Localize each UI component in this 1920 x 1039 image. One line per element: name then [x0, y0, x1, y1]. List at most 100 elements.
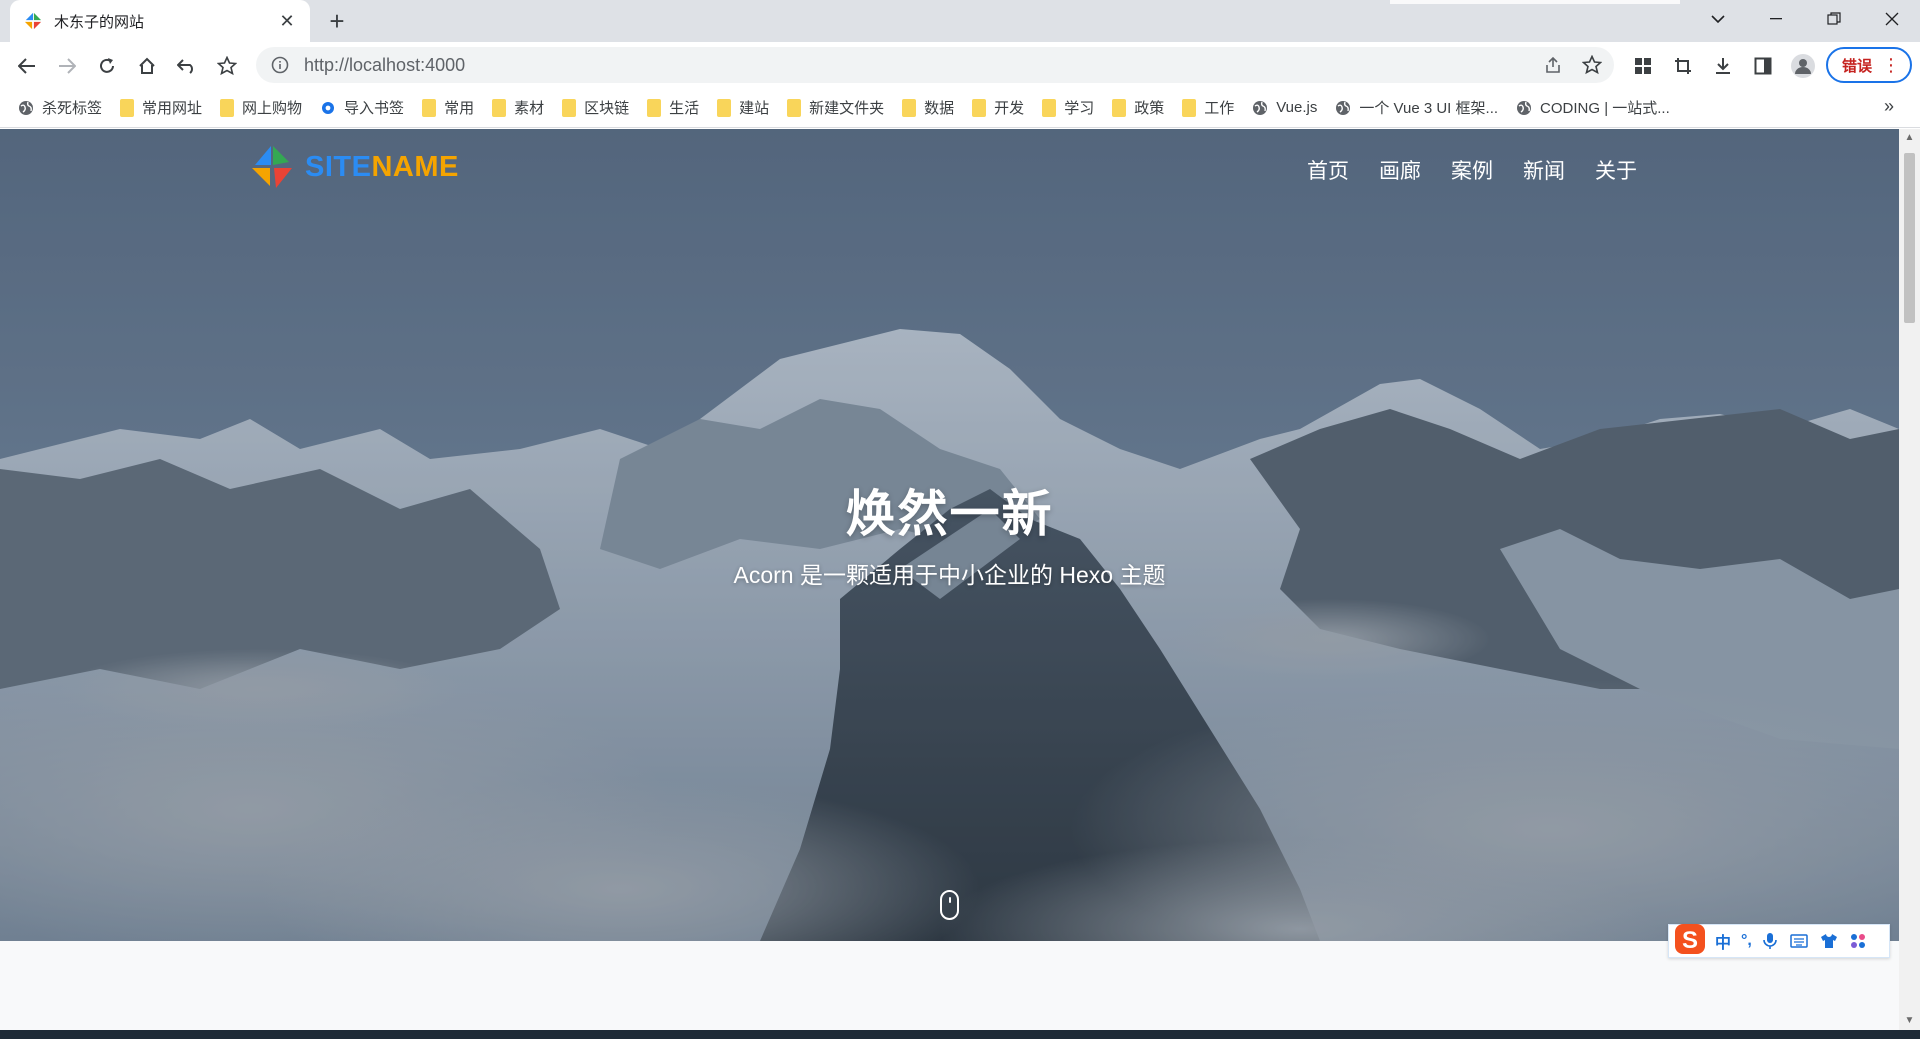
bookmark-item[interactable]: 建站	[717, 97, 769, 118]
sogou-ime-logo-icon[interactable]: S	[1673, 920, 1709, 956]
extensions-grid-icon[interactable]	[1627, 50, 1659, 82]
tab-title: 木东子的网站	[54, 13, 145, 31]
bookmark-item[interactable]: 常用网址	[120, 97, 202, 118]
nav-item-home[interactable]: 首页	[1307, 155, 1349, 185]
folder-icon	[902, 98, 917, 117]
bookmark-label: 新建文件夹	[809, 100, 885, 117]
bookmark-label: 导入书签	[344, 100, 405, 117]
page-viewport: SITENAME 首页 画廊 案例 新闻 关于 焕然一新 Acorn 是一颗适用…	[0, 129, 1899, 1030]
site-favicon-icon	[24, 12, 42, 30]
bookmark-label: 工作	[1204, 100, 1235, 117]
site-info-icon[interactable]	[270, 55, 290, 75]
undo-icon	[177, 59, 193, 74]
bookmark-item[interactable]: 杀死标签	[18, 97, 102, 118]
page-scrollbar[interactable]: ▲ ▼	[1899, 129, 1920, 1030]
scroll-thumb[interactable]	[1904, 153, 1915, 323]
forward-button[interactable]	[51, 50, 83, 82]
bookmark-item[interactable]: 政策	[1112, 97, 1164, 118]
ime-toolbar: S 中 °,	[1668, 924, 1890, 958]
folder-icon	[1042, 98, 1057, 117]
bookmark-label: Vue.js	[1276, 99, 1318, 116]
globe-icon	[19, 100, 33, 115]
scroll-down-mouse-icon[interactable]	[940, 890, 959, 920]
bookmark-item[interactable]: 生活	[647, 97, 699, 118]
url-text[interactable]: http://localhost:4000	[304, 55, 465, 76]
close-window-button[interactable]	[1864, 0, 1920, 38]
folder-icon	[492, 98, 507, 117]
nav-item-gallery[interactable]: 画廊	[1379, 155, 1421, 185]
folder-icon	[647, 98, 662, 117]
bookmark-label: 区块链	[584, 100, 630, 117]
keyboard-icon[interactable]	[1790, 934, 1808, 948]
profile-avatar-icon[interactable]	[1787, 50, 1819, 82]
download-icon[interactable]	[1707, 50, 1739, 82]
bookmark-label: 常用网址	[142, 100, 203, 117]
site-logo[interactable]: SITENAME	[249, 144, 459, 190]
bookmark-label: 政策	[1134, 100, 1165, 117]
folder-icon	[220, 98, 235, 117]
bookmark-label: CODING | 一站式...	[1540, 100, 1670, 117]
bookmark-item[interactable]: 学习	[1042, 97, 1094, 118]
minimize-button[interactable]	[1748, 0, 1804, 38]
reload-button[interactable]	[91, 50, 123, 82]
back-button[interactable]	[11, 50, 43, 82]
scroll-down-arrow-icon[interactable]: ▼	[1899, 1012, 1920, 1030]
new-tab-button[interactable]: +	[322, 6, 352, 36]
error-menu-button[interactable]: 错误 ⋮	[1826, 47, 1912, 83]
undo-button[interactable]	[171, 50, 203, 82]
scroll-up-arrow-icon[interactable]: ▲	[1899, 129, 1920, 147]
bookmark-page-star-icon[interactable]	[1577, 50, 1607, 80]
folder-icon	[1182, 98, 1197, 117]
reload-icon	[100, 58, 114, 73]
globe-icon	[1253, 100, 1268, 115]
bookmark-item[interactable]: CODING | 一站式...	[1516, 97, 1670, 118]
forward-arrow-icon	[59, 58, 76, 74]
side-panel-icon[interactable]	[1747, 50, 1779, 82]
crop-icon[interactable]	[1667, 50, 1699, 82]
bookmark-item[interactable]: 常用	[422, 97, 474, 118]
ime-punct-toggle[interactable]: °,	[1741, 932, 1752, 950]
bookmark-item[interactable]: 一个 Vue 3 UI 框架...	[1335, 97, 1498, 118]
nav-item-news[interactable]: 新闻	[1523, 155, 1565, 185]
bookmark-item[interactable]: 素材	[492, 97, 544, 118]
bookmark-item[interactable]: 区块链	[562, 97, 629, 118]
bookmark-label: 一个 Vue 3 UI 框架...	[1359, 100, 1499, 117]
bookmark-label: 开发	[994, 100, 1025, 117]
nav-item-cases[interactable]: 案例	[1451, 155, 1493, 185]
logo-text-name: NAME	[371, 150, 459, 183]
star-icon	[217, 56, 237, 76]
bookmark-item[interactable]: 新建文件夹	[787, 97, 884, 118]
tab-close-icon[interactable]: ✕	[276, 11, 298, 32]
bookmark-label: 杀死标签	[42, 100, 103, 117]
folder-icon	[562, 98, 577, 117]
bookmark-label: 网上购物	[242, 100, 303, 117]
bookmark-item[interactable]: 工作	[1182, 97, 1234, 118]
tab-strip-highlight	[1390, 0, 1680, 4]
folder-icon	[787, 98, 802, 117]
ime-lang-toggle[interactable]: 中	[1715, 929, 1731, 953]
mic-icon[interactable]	[1762, 932, 1778, 950]
logo-text-site: SITE	[305, 150, 372, 183]
nav-item-about[interactable]: 关于	[1595, 155, 1637, 185]
address-bar[interactable]: http://localhost:4000	[256, 47, 1614, 83]
share-icon[interactable]	[1538, 50, 1568, 80]
home-button[interactable]	[131, 50, 163, 82]
restore-button[interactable]	[1806, 0, 1862, 38]
bookmark-star-button[interactable]	[211, 50, 243, 82]
folder-icon	[1112, 98, 1127, 117]
shirt-icon[interactable]	[1820, 933, 1838, 949]
tab-search-icon[interactable]	[1690, 0, 1746, 38]
bookmark-label: 数据	[924, 100, 955, 117]
bookmark-label: 素材	[514, 100, 545, 117]
globe-icon	[1517, 100, 1532, 115]
bookmark-item[interactable]: 导入书签	[320, 97, 404, 118]
apps-icon[interactable]	[1850, 933, 1866, 949]
bookmark-item[interactable]: 数据	[902, 97, 954, 118]
site-nav: 首页 画廊 案例 新闻 关于	[1277, 155, 1637, 185]
bookmark-item[interactable]: 开发	[972, 97, 1024, 118]
bookmark-item[interactable]: Vue.js	[1252, 99, 1317, 116]
bookmarks-overflow-icon[interactable]: »	[1884, 96, 1894, 117]
bookmark-item[interactable]: 网上购物	[220, 97, 302, 118]
bookmark-label: 建站	[739, 100, 770, 117]
browser-tab[interactable]: 木东子的网站 ✕	[10, 0, 310, 42]
